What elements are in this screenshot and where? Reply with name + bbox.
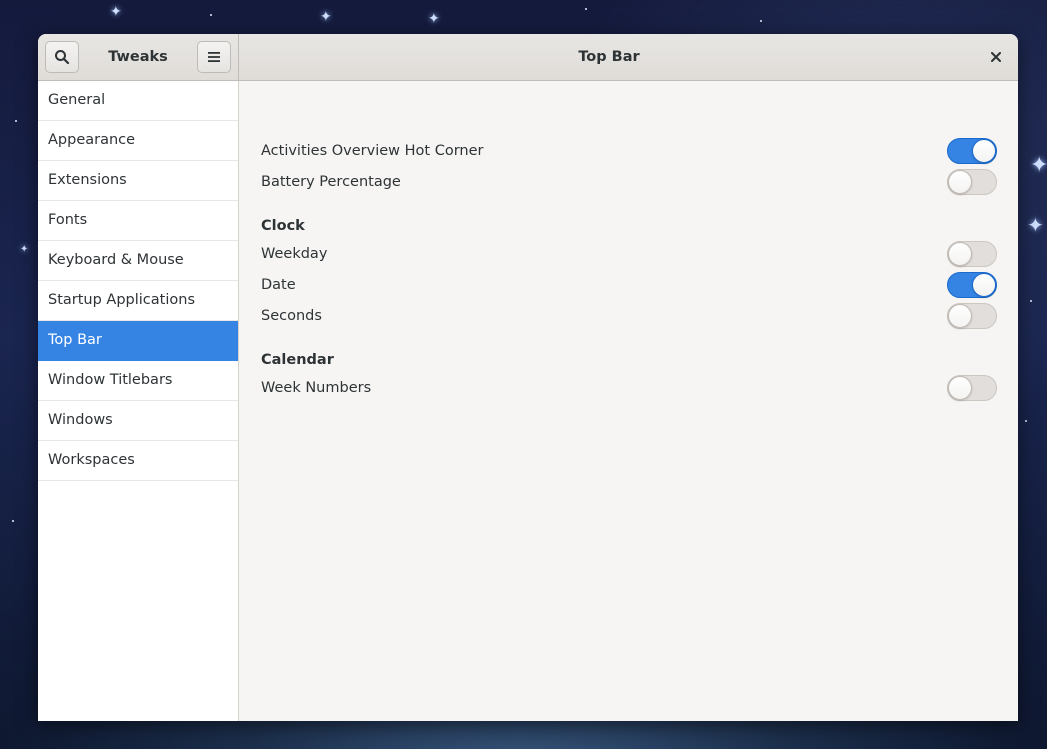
sidebar: General Appearance Extensions Fonts Keyb…	[38, 81, 239, 721]
sidebar-item-label: Top Bar	[48, 332, 102, 348]
setting-row-hot-corner: Activities Overview Hot Corner	[261, 135, 997, 166]
close-icon	[991, 52, 1001, 62]
close-button[interactable]	[984, 45, 1008, 69]
star: ✦	[320, 9, 332, 25]
sidebar-item-startup-applications[interactable]: Startup Applications	[38, 281, 238, 321]
star	[1030, 300, 1032, 302]
sidebar-item-fonts[interactable]: Fonts	[38, 201, 238, 241]
sidebar-item-extensions[interactable]: Extensions	[38, 161, 238, 201]
star	[585, 8, 587, 10]
weekday-switch[interactable]	[947, 241, 997, 267]
switch-knob	[948, 170, 972, 194]
section-title-calendar: Calendar	[261, 352, 334, 368]
sidebar-item-windows[interactable]: Windows	[38, 401, 238, 441]
date-switch[interactable]	[947, 272, 997, 298]
setting-label: Battery Percentage	[261, 173, 401, 190]
setting-label: Weekday	[261, 245, 328, 262]
switch-knob	[948, 376, 972, 400]
tweaks-window: Tweaks Top Bar General Appearance Extens…	[38, 34, 1018, 721]
hot-corner-switch[interactable]	[947, 138, 997, 164]
sidebar-title: Tweaks	[108, 49, 168, 65]
switch-knob	[972, 139, 996, 163]
sidebar-item-window-titlebars[interactable]: Window Titlebars	[38, 361, 238, 401]
search-icon	[55, 50, 70, 65]
setting-label: Seconds	[261, 307, 322, 324]
settings-panel: Activities Overview Hot Corner Battery P…	[240, 81, 1018, 721]
header-bar: Tweaks Top Bar	[38, 34, 1018, 81]
hamburger-menu-icon	[208, 52, 220, 62]
sidebar-item-top-bar[interactable]: Top Bar	[38, 321, 238, 361]
switch-knob	[972, 273, 996, 297]
star: ✦	[110, 4, 122, 20]
setting-row-date: Date	[261, 269, 997, 300]
section-title-clock: Clock	[261, 218, 305, 234]
switch-knob	[948, 304, 972, 328]
star	[12, 520, 14, 522]
week-numbers-switch[interactable]	[947, 375, 997, 401]
star	[760, 20, 762, 22]
sidebar-item-appearance[interactable]: Appearance	[38, 121, 238, 161]
sidebar-item-label: General	[48, 92, 106, 108]
setting-label: Week Numbers	[261, 379, 372, 396]
star: ✦	[1030, 153, 1047, 178]
sidebar-item-label: Keyboard & Mouse	[48, 252, 184, 268]
star	[15, 120, 17, 122]
setting-label: Activities Overview Hot Corner	[261, 142, 484, 159]
sidebar-item-label: Appearance	[48, 132, 136, 148]
switch-knob	[948, 242, 972, 266]
seconds-switch[interactable]	[947, 303, 997, 329]
setting-row-weekday: Weekday	[261, 238, 997, 269]
battery-percentage-switch[interactable]	[947, 169, 997, 195]
page-title: Top Bar	[578, 49, 640, 65]
setting-row-week-numbers: Week Numbers	[261, 372, 997, 403]
setting-row-battery-percentage: Battery Percentage	[261, 166, 997, 197]
sidebar-item-label: Fonts	[48, 212, 88, 228]
setting-row-seconds: Seconds	[261, 300, 997, 331]
sidebar-item-keyboard-mouse[interactable]: Keyboard & Mouse	[38, 241, 238, 281]
star: ✦	[1027, 213, 1044, 237]
sidebar-item-label: Windows	[48, 412, 113, 428]
sidebar-item-label: Extensions	[48, 172, 127, 188]
star	[210, 14, 212, 16]
star	[1025, 420, 1027, 422]
sidebar-item-workspaces[interactable]: Workspaces	[38, 441, 238, 481]
sidebar-item-label: Workspaces	[48, 452, 135, 468]
star: ✦	[428, 11, 440, 27]
sidebar-item-general[interactable]: General	[38, 81, 238, 121]
sidebar-item-label: Startup Applications	[48, 292, 195, 308]
sidebar-item-label: Window Titlebars	[48, 372, 173, 388]
sidebar-header: Tweaks	[38, 34, 239, 80]
menu-button[interactable]	[197, 41, 231, 73]
setting-label: Date	[261, 276, 296, 293]
star: ✦	[20, 244, 29, 255]
search-button[interactable]	[45, 41, 79, 73]
